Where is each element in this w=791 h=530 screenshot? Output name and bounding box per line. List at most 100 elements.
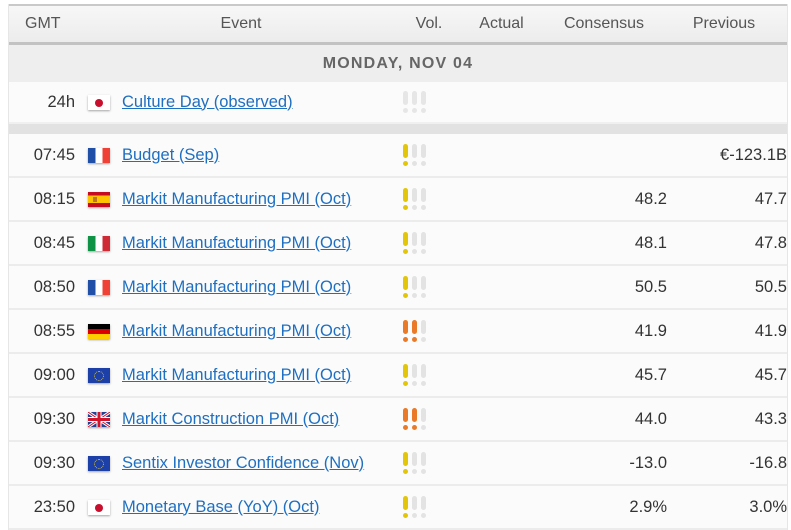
- flag-it-icon: [88, 235, 110, 251]
- previous-value: 47.7: [754, 189, 787, 208]
- consensus-value: 2.9%: [629, 497, 667, 516]
- flag-jp-icon: [88, 499, 110, 515]
- event-link[interactable]: Monetary Base (YoY) (Oct): [122, 498, 319, 516]
- event-row[interactable]: 07:45 Budget (Sep) €-123.1B: [9, 134, 787, 178]
- event-link[interactable]: Markit Manufacturing PMI (Oct): [122, 366, 351, 384]
- event-row[interactable]: 09:00 Markit Manufacturing PMI (Oct) 45.…: [9, 354, 787, 398]
- header-actual[interactable]: Actual: [459, 15, 544, 33]
- volatility-mark-icon: [411, 496, 418, 518]
- header-previous[interactable]: Previous: [664, 15, 784, 33]
- event-link[interactable]: Markit Manufacturing PMI (Oct): [122, 278, 351, 296]
- event-time: 24h: [47, 92, 75, 111]
- event-time: 09:00: [33, 365, 75, 384]
- header-volatility[interactable]: Vol.: [399, 15, 459, 33]
- holiday-row[interactable]: 24h Culture Day (observed): [9, 82, 787, 122]
- volatility-indicator: [402, 364, 462, 386]
- event-time: 08:15: [33, 189, 75, 208]
- volatility-mark-icon: [411, 408, 418, 430]
- consensus-value: 50.5: [634, 277, 667, 296]
- header-gmt[interactable]: GMT: [9, 15, 83, 33]
- volatility-mark-icon: [402, 232, 409, 254]
- section-divider: [9, 124, 787, 134]
- flag-union-jack: [88, 411, 110, 427]
- event-time: 09:30: [33, 453, 75, 472]
- volatility-mark-icon: [420, 232, 427, 254]
- event-time: 23:50: [33, 497, 75, 516]
- flag-emblem: [93, 196, 97, 202]
- volatility-mark-icon: [420, 144, 427, 166]
- event-link[interactable]: Markit Manufacturing PMI (Oct): [122, 322, 351, 340]
- event-row[interactable]: 08:45 Markit Manufacturing PMI (Oct) 48.…: [9, 222, 787, 266]
- previous-value: 43.3: [754, 409, 787, 428]
- volatility-indicator: [402, 408, 462, 430]
- event-row[interactable]: 08:50 Markit Manufacturing PMI (Oct) 50.…: [9, 266, 787, 310]
- previous-value: 45.7: [754, 365, 787, 384]
- volatility-mark-icon: [402, 496, 409, 518]
- volatility-mark-icon: [420, 188, 427, 210]
- volatility-indicator: [402, 276, 462, 298]
- volatility-mark-icon: [411, 91, 418, 113]
- previous-value: €-123.1B: [720, 145, 787, 164]
- event-link[interactable]: Markit Construction PMI (Oct): [122, 410, 339, 428]
- event-row[interactable]: 09:30 Markit Construction PMI (Oct) 44.0…: [9, 398, 787, 442]
- volatility-mark-icon: [402, 320, 409, 342]
- flag-fr-icon: [88, 279, 110, 295]
- volatility-mark-icon: [420, 496, 427, 518]
- volatility-indicator: [402, 91, 462, 113]
- event-row[interactable]: 08:55 Markit Manufacturing PMI (Oct) 41.…: [9, 310, 787, 354]
- event-link[interactable]: Budget (Sep): [122, 146, 219, 164]
- economic-calendar: GMT Event Vol. Actual Consensus Previous…: [8, 4, 788, 530]
- flag-eu-icon: [88, 455, 110, 471]
- consensus-value: -13.0: [629, 453, 667, 472]
- flag-eu-icon: [88, 367, 110, 383]
- volatility-mark-icon: [411, 276, 418, 298]
- volatility-mark-icon: [420, 452, 427, 474]
- flag-fr-icon: [88, 147, 110, 163]
- event-time: 09:30: [33, 409, 75, 428]
- volatility-mark-icon: [420, 91, 427, 113]
- volatility-mark-icon: [402, 188, 409, 210]
- volatility-mark-icon: [420, 276, 427, 298]
- volatility-indicator: [402, 144, 462, 166]
- volatility-indicator: [402, 232, 462, 254]
- volatility-mark-icon: [402, 408, 409, 430]
- volatility-mark-icon: [402, 452, 409, 474]
- volatility-mark-icon: [411, 452, 418, 474]
- consensus-value: 45.7: [634, 365, 667, 384]
- previous-value: 47.8: [754, 233, 787, 252]
- volatility-mark-icon: [420, 320, 427, 342]
- volatility-indicator: [402, 452, 462, 474]
- volatility-mark-icon: [411, 320, 418, 342]
- event-time: 07:45: [33, 145, 75, 164]
- volatility-indicator: [402, 496, 462, 518]
- volatility-mark-icon: [411, 188, 418, 210]
- flag-stars: [94, 370, 104, 381]
- volatility-indicator: [402, 188, 462, 210]
- event-time: 08:50: [33, 277, 75, 296]
- header-consensus[interactable]: Consensus: [544, 15, 664, 33]
- volatility-mark-icon: [420, 364, 427, 386]
- flag-jp-icon: [88, 94, 110, 110]
- event-link[interactable]: Sentix Investor Confidence (Nov): [122, 454, 364, 472]
- event-link[interactable]: Culture Day (observed): [122, 93, 293, 111]
- event-link[interactable]: Markit Manufacturing PMI (Oct): [122, 190, 351, 208]
- event-time: 08:55: [33, 321, 75, 340]
- flag-de-icon: [88, 323, 110, 339]
- flag-sun: [95, 98, 103, 107]
- table-header: GMT Event Vol. Actual Consensus Previous: [9, 4, 787, 45]
- event-link[interactable]: Markit Manufacturing PMI (Oct): [122, 234, 351, 252]
- event-row[interactable]: 23:50 Monetary Base (YoY) (Oct) 2.9% 3.0…: [9, 486, 787, 530]
- previous-value: 50.5: [754, 277, 787, 296]
- event-row[interactable]: 08:15 Markit Manufacturing PMI (Oct) 48.…: [9, 178, 787, 222]
- volatility-mark-icon: [402, 276, 409, 298]
- volatility-mark-icon: [411, 364, 418, 386]
- flag-es-icon: [88, 191, 110, 207]
- event-time: 08:45: [33, 233, 75, 252]
- volatility-mark-icon: [411, 144, 418, 166]
- consensus-value: 48.1: [634, 233, 667, 252]
- consensus-value: 44.0: [634, 409, 667, 428]
- consensus-value: 41.9: [634, 321, 667, 340]
- event-row[interactable]: 09:30 Sentix Investor Confidence (Nov) -…: [9, 442, 787, 486]
- header-event[interactable]: Event: [83, 15, 399, 33]
- day-header: MONDAY, NOV 04: [9, 45, 787, 82]
